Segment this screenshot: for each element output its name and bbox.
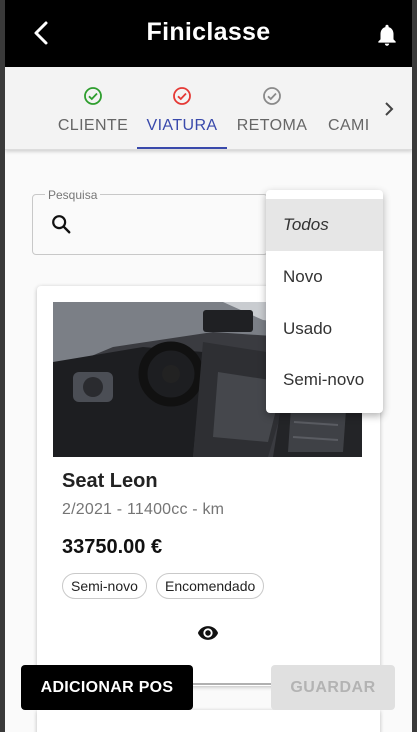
check-circle-icon [173, 87, 191, 105]
menu-item-todos[interactable]: Todos [266, 199, 383, 251]
tab-label: CLIENTE [57, 117, 129, 134]
search-label: Pesquisa [45, 188, 101, 202]
app-frame: Finiclasse CLIENTE VIATURA RETOMA CAMI P… [5, 0, 412, 732]
tab-cami[interactable]: CAMI [321, 67, 373, 149]
vehicle-details: 2/2021 - 11400cc - km [62, 501, 225, 518]
eye-icon[interactable] [195, 622, 221, 644]
tab-viatura[interactable]: VIATURA [137, 67, 227, 149]
save-button[interactable]: GUARDAR [271, 665, 395, 710]
tab-label: CAMI [328, 117, 370, 134]
app-title: Finiclasse [146, 18, 271, 46]
chevron-right-icon[interactable] [379, 99, 399, 119]
status-badge: Encomendado [156, 573, 265, 599]
add-pos-button[interactable]: ADICIONAR POS [21, 665, 193, 710]
check-circle-icon [84, 87, 102, 105]
search-icon [52, 215, 71, 234]
tab-label: RETOMA [236, 117, 308, 134]
divider [193, 683, 271, 685]
filter-dropdown-menu: Todos Novo Usado Semi-novo [266, 190, 383, 413]
menu-item-semi-novo[interactable]: Semi-novo [266, 354, 383, 406]
app-bar: Finiclasse [5, 0, 412, 67]
menu-item-usado[interactable]: Usado [266, 303, 383, 355]
menu-item-novo[interactable]: Novo [266, 251, 383, 303]
tab-retoma[interactable]: RETOMA [234, 67, 310, 149]
tab-label: VIATURA [146, 117, 218, 134]
vehicle-card[interactable] [37, 710, 380, 732]
tab-cliente[interactable]: CLIENTE [55, 67, 131, 149]
status-badge: Semi-novo [62, 573, 147, 599]
step-tabs: CLIENTE VIATURA RETOMA CAMI [5, 67, 412, 150]
vehicle-price: 33750.00 € [62, 536, 163, 558]
check-circle-icon [263, 87, 281, 105]
vehicle-name: Seat Leon [62, 470, 158, 492]
notification-bell-icon[interactable] [374, 22, 400, 48]
